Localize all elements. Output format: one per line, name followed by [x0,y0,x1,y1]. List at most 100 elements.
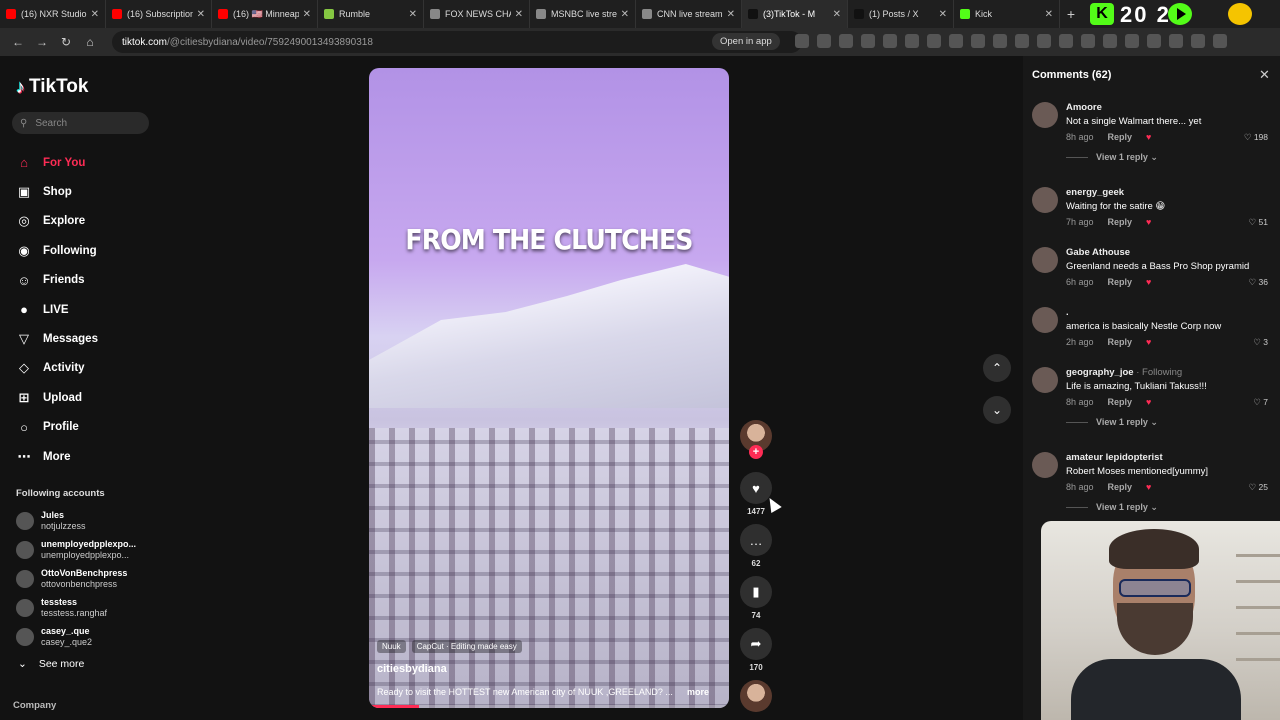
following-account[interactable]: Jules notjulzzess [16,506,136,535]
browser-tab[interactable]: Rumble ✕ [318,0,424,28]
extension-icon[interactable] [817,34,831,48]
bookmark-star-icon[interactable] [795,34,809,48]
browser-tab[interactable]: (1) Posts / X ✕ [848,0,954,28]
extension-icon[interactable] [1015,34,1029,48]
comment-like-button[interactable]: ♡ 198 [1244,132,1268,143]
nav-item-following[interactable]: ◉ Following [16,236,98,265]
nav-item-for-you[interactable]: ⌂ For You [16,148,98,177]
nav-item-shop[interactable]: ▣ Shop [16,177,98,206]
home-browser-icon[interactable]: ⌂ [78,35,102,49]
browser-tab[interactable]: Kick ✕ [954,0,1060,28]
see-more-button[interactable]: ⌄ See more [18,658,84,670]
extension-icon[interactable] [927,34,941,48]
avatar[interactable] [1032,452,1058,478]
extension-icon[interactable] [993,34,1007,48]
close-tab-icon[interactable]: ✕ [727,9,735,20]
nav-item-more[interactable]: ⋯ More [16,442,98,471]
nav-item-live[interactable]: ● LIVE [16,295,98,324]
browser-tab[interactable]: MSNBC live stre ✕ [530,0,636,28]
extension-icon[interactable] [839,34,853,48]
browser-tab[interactable]: CNN live stream ✕ [636,0,742,28]
nav-item-upload[interactable]: ⊞ Upload [16,383,98,412]
open-in-app-button[interactable]: Open in app [712,33,780,50]
url-input[interactable]: tiktok.com/@citiesbydiana/video/75924900… [112,31,802,53]
comment-username[interactable]: Gabe Athouse [1066,247,1130,258]
video-username[interactable]: citiesbydiana [377,663,447,675]
comment-like-button[interactable]: ♡ 25 [1249,482,1268,493]
extension-icon[interactable] [1059,34,1073,48]
video-progress-bar[interactable] [369,705,729,708]
new-tab-button[interactable]: + [1060,6,1082,22]
reply-button[interactable]: Reply [1108,132,1133,142]
close-tab-icon[interactable]: ✕ [939,9,947,20]
comment-username[interactable]: amateur lepidopterist [1066,452,1163,463]
close-icon[interactable]: ✕ [1259,67,1270,83]
extension-icon[interactable] [1125,34,1139,48]
follow-plus-icon[interactable]: + [749,445,763,459]
following-account[interactable]: unemployedpplexpo... unemployedpplexpo... [16,535,136,564]
extension-icon[interactable] [905,34,919,48]
reply-button[interactable]: Reply [1108,277,1133,287]
more-button[interactable]: more [687,687,709,697]
nav-item-activity[interactable]: ◇ Activity [16,354,98,383]
view-replies-button[interactable]: View 1 reply ⌄ [1066,417,1158,428]
browser-tab[interactable]: (16) 🇺🇸 Minneap ✕ [212,0,318,28]
company-link[interactable]: Company [13,700,56,711]
nav-item-explore[interactable]: ◎ Explore [16,207,98,236]
close-tab-icon[interactable]: ✕ [91,9,99,20]
reply-button[interactable]: Reply [1108,337,1133,347]
close-tab-icon[interactable]: ✕ [833,9,841,20]
comment-like-button[interactable]: ♡ 51 [1249,217,1268,228]
avatar[interactable] [1032,307,1058,333]
sound-avatar-button[interactable] [740,680,772,712]
share-button[interactable]: ➦ 170 [740,628,772,672]
tiktok-logo[interactable]: ♪ TikTok [16,76,88,98]
menu-kebab-icon[interactable] [1213,34,1227,48]
comment-like-button[interactable]: ♡ 7 [1253,397,1268,408]
avatar[interactable] [1032,102,1058,128]
video-player[interactable]: FROM THE CLUTCHES Nuuk CapCut · Editing … [369,68,729,708]
extension-icon[interactable] [1081,34,1095,48]
close-tab-icon[interactable]: ✕ [409,9,417,20]
close-tab-icon[interactable]: ✕ [1045,9,1053,20]
view-replies-button[interactable]: View 1 reply ⌄ [1066,152,1158,163]
like-button[interactable]: ♥ 1477 [740,472,772,516]
view-replies-button[interactable]: View 1 reply ⌄ [1066,502,1158,513]
extension-icon[interactable] [1147,34,1161,48]
play-extension-icon[interactable] [1168,3,1192,25]
profile-avatar-icon[interactable] [1191,34,1205,48]
comment-username[interactable]: energy_geek [1066,187,1124,198]
extension-icon[interactable] [971,34,985,48]
avatar[interactable] [1032,187,1058,213]
browser-tab[interactable]: (16) Subscription ✕ [106,0,212,28]
following-account[interactable]: casey_.que casey_.que2 [16,622,136,651]
close-tab-icon[interactable]: ✕ [303,9,311,20]
comment-like-button[interactable]: ♡ 3 [1253,337,1268,348]
search-input[interactable]: ⚲ Search [12,112,149,134]
location-tag[interactable]: Nuuk [377,640,406,653]
forward-icon[interactable]: → [30,35,54,49]
extension-icon[interactable] [1169,34,1183,48]
capcut-tag[interactable]: CapCut · Editing made easy [411,640,522,653]
following-account[interactable]: tesstess tesstess.ranghaf [16,593,136,622]
next-video-button[interactable]: ⌄ [983,396,1011,424]
extension-icon[interactable] [1103,34,1117,48]
avatar[interactable] [1032,247,1058,273]
reply-button[interactable]: Reply [1108,397,1133,407]
reload-icon[interactable]: ↻ [54,35,78,49]
comment-username[interactable]: . [1066,307,1069,318]
save-button[interactable]: ▮ 74 [740,576,772,620]
comment-username[interactable]: geography_joe · Following [1066,367,1182,378]
extension-icon[interactable] [949,34,963,48]
kick-extension-icon[interactable]: K [1090,3,1114,25]
nav-item-profile[interactable]: ○ Profile [16,413,98,442]
extension-icon[interactable] [1037,34,1051,48]
close-tab-icon[interactable]: ✕ [197,9,205,20]
browser-tab[interactable]: FOX NEWS CHA ✕ [424,0,530,28]
creator-avatar-button[interactable]: + [740,420,772,459]
comment-username[interactable]: Amoore [1066,102,1102,113]
face-extension-icon[interactable] [1228,3,1252,25]
comment-button[interactable]: … 62 [740,524,772,568]
extension-icon[interactable] [883,34,897,48]
close-tab-icon[interactable]: ✕ [515,9,523,20]
